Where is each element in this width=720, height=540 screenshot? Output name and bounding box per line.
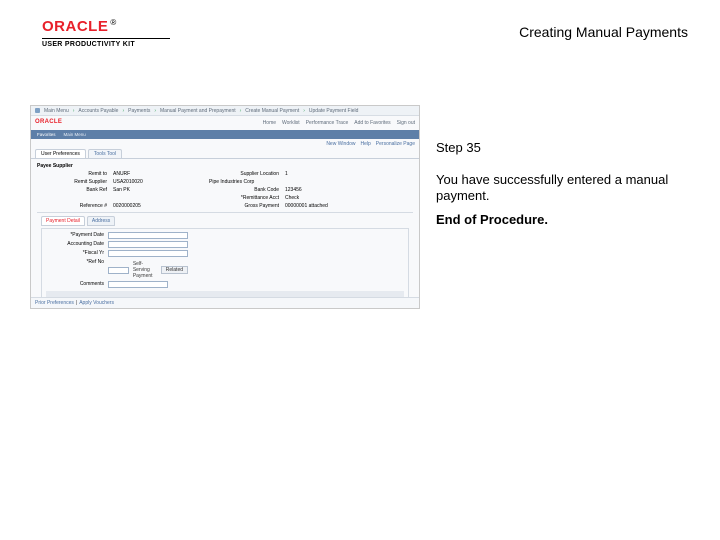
label: Gross Payment bbox=[209, 203, 279, 209]
divider bbox=[37, 212, 413, 213]
value: USA2010020 bbox=[113, 179, 203, 185]
label: Bank Ref bbox=[37, 187, 107, 193]
value: 1.17 bbox=[150, 308, 210, 309]
tab-address[interactable]: Address bbox=[87, 216, 115, 226]
tab-tools[interactable]: Tools Tool bbox=[88, 149, 122, 158]
crumb: Manual Payment and Prepayment bbox=[160, 108, 236, 114]
brand-logo: ORACLE® USER PRODUCTIVITY KIT bbox=[42, 18, 170, 48]
value: 00000001 attached bbox=[285, 203, 375, 209]
link-help[interactable]: Help bbox=[361, 141, 371, 147]
value: 0020000205 bbox=[113, 203, 203, 209]
sub-tabs: Payment Detail Address bbox=[41, 216, 413, 226]
related-button[interactable]: Related bbox=[161, 266, 188, 274]
form-section: Payee Supplier Remit to ANURF Supplier L… bbox=[31, 159, 419, 309]
label: Accounting Date bbox=[46, 241, 104, 248]
crumb: Main Menu bbox=[44, 108, 69, 114]
link-perf-trace[interactable]: Performance Trace bbox=[306, 120, 349, 126]
label: Remit to bbox=[37, 171, 107, 177]
brand-mini: ORACLE bbox=[35, 119, 62, 126]
tab-payment-detail[interactable]: Payment Detail bbox=[41, 216, 85, 226]
page-utility-row: New Window Help Personalize Page bbox=[31, 139, 419, 148]
crumb: Create Manual Payment bbox=[245, 108, 299, 114]
tab-user-pref[interactable]: User Preferences bbox=[35, 149, 86, 158]
registered-icon: ® bbox=[110, 18, 116, 27]
value: Check bbox=[285, 195, 375, 201]
page-title: Creating Manual Payments bbox=[519, 24, 688, 40]
link-signout[interactable]: Sign out bbox=[397, 120, 415, 126]
menu-bar: Favorites Main Menu bbox=[31, 130, 419, 139]
label: Totals bbox=[52, 308, 142, 309]
payment-date-input[interactable] bbox=[108, 232, 188, 239]
label: *Ref No bbox=[46, 259, 104, 279]
label: Reference # bbox=[37, 203, 107, 209]
label: Remit Supplier bbox=[37, 179, 107, 185]
label: *Payment Date bbox=[46, 232, 104, 239]
app-bar: ORACLE Home Worklist Performance Trace A… bbox=[31, 116, 419, 130]
embedded-screenshot: Main Menu › Accounts Payable › Payments … bbox=[30, 105, 420, 309]
crumb: Update Payment Field bbox=[309, 108, 358, 114]
section-title: Payee Supplier bbox=[37, 163, 413, 169]
label: *Fiscal Yr bbox=[46, 250, 104, 257]
link-worklist[interactable]: Worklist bbox=[282, 120, 300, 126]
label: Supplier Location bbox=[209, 171, 279, 177]
end-of-procedure: End of Procedure. bbox=[436, 212, 548, 227]
comments-input[interactable] bbox=[108, 281, 168, 288]
crumb: Payments bbox=[128, 108, 150, 114]
ref-no-input[interactable] bbox=[108, 267, 129, 274]
brand-divider bbox=[42, 38, 170, 39]
accounting-date-input[interactable] bbox=[108, 241, 188, 248]
link-apply-vouchers[interactable]: Apply Vouchers bbox=[79, 300, 114, 306]
link-new-window[interactable]: New Window bbox=[326, 141, 355, 147]
menu-main[interactable]: Main Menu bbox=[64, 132, 86, 137]
bottom-links: Prior Preferences | Apply Vouchers bbox=[31, 297, 419, 308]
value: Pipe Industries Corp bbox=[209, 179, 375, 185]
crumb: Accounts Payable bbox=[78, 108, 118, 114]
brand-wordmark: ORACLE bbox=[42, 18, 108, 35]
page-tabs: User Preferences Tools Tool bbox=[31, 148, 419, 159]
breadcrumb: Main Menu › Accounts Payable › Payments … bbox=[31, 106, 419, 116]
value: 123456 bbox=[285, 187, 375, 193]
folder-icon bbox=[35, 108, 40, 113]
value: ANURF bbox=[113, 171, 203, 177]
link-home[interactable]: Home bbox=[263, 120, 276, 126]
label: Bank Code bbox=[209, 187, 279, 193]
label: Comments bbox=[46, 281, 104, 288]
link-personalize[interactable]: Personalize Page bbox=[376, 141, 415, 147]
menu-favorites[interactable]: Favorites bbox=[37, 132, 56, 137]
link-prior-pref[interactable]: Prior Preferences bbox=[35, 300, 74, 306]
link-add-fav[interactable]: Add to Favorites bbox=[354, 120, 390, 126]
value: 1 bbox=[285, 171, 375, 177]
fiscal-year-input[interactable] bbox=[108, 250, 188, 257]
brand-subtitle: USER PRODUCTIVITY KIT bbox=[42, 41, 170, 48]
step-label: Step 35 bbox=[436, 140, 481, 155]
step-description: You have successfully entered a manual p… bbox=[436, 172, 686, 205]
value: San PK bbox=[113, 187, 203, 193]
assign-label: Self-Serving Payment bbox=[133, 261, 157, 279]
label: *Remittance Acct bbox=[209, 195, 279, 201]
